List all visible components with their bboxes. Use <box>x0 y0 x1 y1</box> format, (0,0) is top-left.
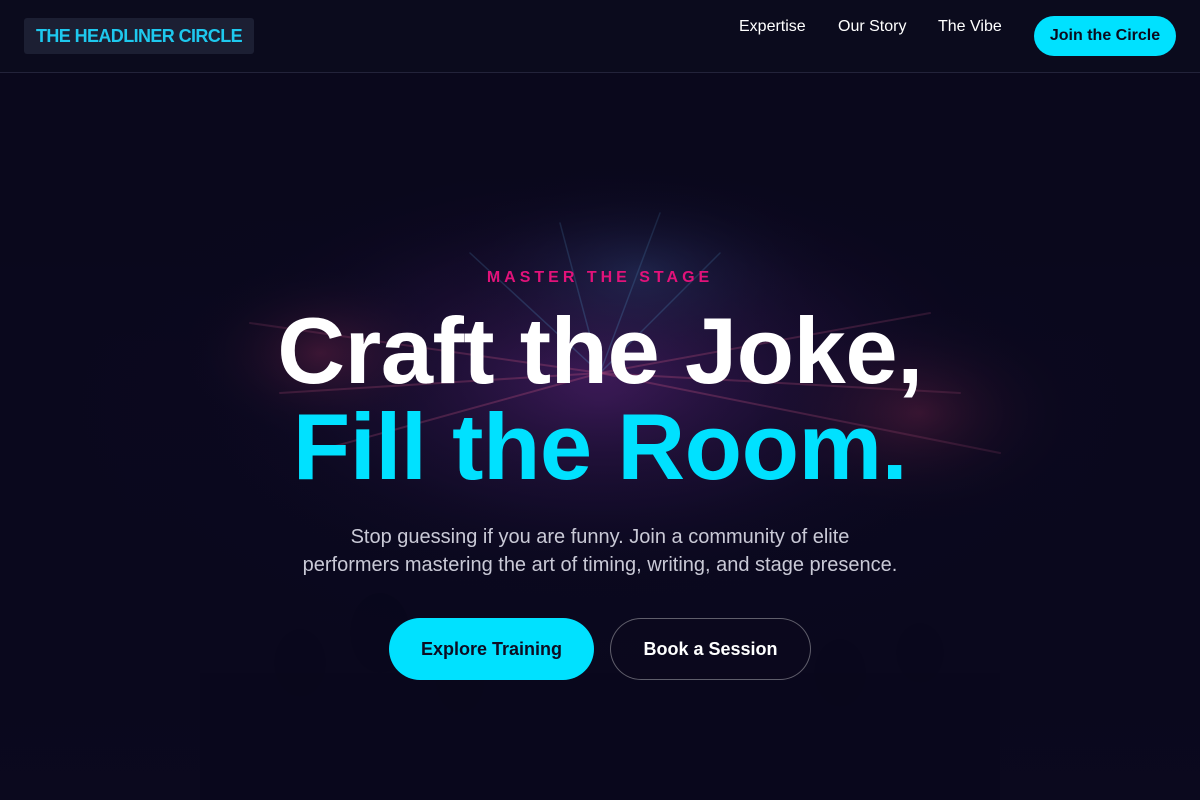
join-the-circle-button[interactable]: Join the Circle <box>1034 16 1176 56</box>
book-session-button[interactable]: Book a Session <box>610 618 811 680</box>
hero-subtext: Stop guessing if you are funny. Join a c… <box>302 526 898 576</box>
site-header: THE HEADLINER CIRCLE Expertise Our Story… <box>0 0 1200 73</box>
hero-section: MASTER THE STAGE Craft the Joke, Fill th… <box>0 73 1200 800</box>
nav-link-our-story[interactable]: Our Story <box>838 18 906 36</box>
explore-training-button[interactable]: Explore Training <box>389 618 594 680</box>
nav-link-the-vibe[interactable]: The Vibe <box>938 18 1002 36</box>
brand-logo[interactable]: THE HEADLINER CIRCLE <box>24 18 255 54</box>
headline-line-1: Craft the Joke, <box>277 298 923 403</box>
headline-line-2: Fill the Room. <box>292 394 908 499</box>
nav-link-expertise[interactable]: Expertise <box>739 18 806 36</box>
hero-headline: Craft the Joke, Fill the Room. <box>0 303 1200 495</box>
hero-eyebrow: MASTER THE STAGE <box>486 269 714 286</box>
